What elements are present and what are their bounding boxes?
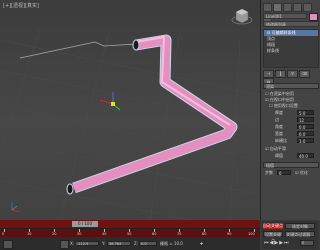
auto-smooth-checkbox[interactable]: ☑ 自动平滑 <box>265 146 286 151</box>
track-tick-label: 40 <box>102 232 107 236</box>
motion-tab-icon[interactable] <box>293 3 302 12</box>
track-tick-label: 80 <box>202 232 207 236</box>
x-label: X: <box>70 241 75 246</box>
command-panel: Line001 修改器列表 ⊟ 可编辑样条线 顶点 线段 样条线 ⊣ ‖ ∀ ⌫▤ 渲… <box>260 0 320 220</box>
auto-smooth-label: 自动平滑 <box>269 146 286 151</box>
sides-spinner[interactable]: 12 <box>297 117 314 123</box>
track-tick-label: 100 <box>248 232 255 236</box>
world-axis-icon <box>11 202 21 213</box>
y-coordinate-field[interactable]: 38.764 <box>107 241 131 246</box>
interp-steps-label: 步数 <box>265 170 273 175</box>
add-time-tag-icon[interactable]: ✚ <box>200 241 203 246</box>
track-tick-label: 90 <box>227 232 232 236</box>
remove-modifier-icon[interactable]: ⌫ <box>299 70 310 78</box>
object-name-field[interactable]: Line001 <box>263 13 307 19</box>
x-coordinate-field[interactable]: -112.5 <box>75 241 99 246</box>
playback-buttons[interactable]: ⏮◀▶▶⏭ <box>264 240 290 246</box>
guide-line[interactable] <box>19 41 137 59</box>
param-label-aspect: 纵横比 <box>275 138 287 143</box>
param-label-angle: 角度 <box>275 124 283 129</box>
threshold-spinner[interactable]: 40.0 <box>297 153 314 159</box>
param-label-width: 宽度 <box>275 131 283 136</box>
track-tick-label: 30 <box>77 232 82 236</box>
stack-icon-row: ⊣ ‖ ∀ ⌫▤ <box>263 70 319 86</box>
param-label-sides: 边 <box>275 117 279 122</box>
pipe-tube[interactable] <box>66 34 238 195</box>
track-tick-label: 70 <box>177 232 182 236</box>
aspect-spinner[interactable]: 1.0 <box>297 138 314 144</box>
enable-render-label: 在渲染中启用 <box>269 91 294 96</box>
rollout-rendering-header[interactable]: 渲染 <box>263 83 319 89</box>
maxscript-listener-icon[interactable] <box>3 240 13 249</box>
auto-key-button[interactable]: 自动关键点 <box>263 223 283 229</box>
enable-viewport-label: 在视口中启用 <box>269 97 294 102</box>
show-end-result-icon[interactable]: ‖ <box>275 70 286 78</box>
viewport-label[interactable]: [+][透视][真实] <box>3 2 39 9</box>
rollout-title: 渲染 <box>266 84 274 89</box>
time-slider-thumb[interactable]: 0 / 100 <box>72 221 98 227</box>
track-tick-label: 50 <box>127 232 132 236</box>
lock-selection-icon[interactable] <box>60 240 69 249</box>
grid-size-label: 栅格 = 10.0 <box>160 241 183 246</box>
thickness-spinner[interactable]: 5.0 <box>297 110 314 116</box>
y-label: Y: <box>102 241 106 246</box>
track-tick-label: 0 <box>2 232 5 236</box>
track-tick-label: 20 <box>52 232 57 236</box>
threshold-label: 阈值 <box>275 153 283 158</box>
current-frame-field[interactable]: 0 <box>300 240 314 246</box>
modify-tab-icon[interactable] <box>273 3 282 12</box>
animation-controls: 自动关键点 选定对象 设置关键点 关键点过滤器... ⏮◀▶▶⏭ 0 <box>262 221 318 249</box>
key-filters-button[interactable]: 关键点过滤器... <box>285 231 315 237</box>
scene-canvas[interactable] <box>0 0 260 220</box>
track-bar[interactable]: 0 10 20 30 40 50 60 70 80 90 100 <box>0 228 260 237</box>
optimize-checkbox[interactable]: ☑ 优化 <box>295 170 308 175</box>
rollout-interpolation-header[interactable]: 插值 <box>263 162 319 168</box>
stack-item-spline[interactable]: 样条线 <box>264 48 318 54</box>
enable-viewport-checkbox[interactable]: ☑ 在视口中启用 <box>265 97 294 102</box>
create-tab-icon[interactable] <box>263 3 272 12</box>
interp-title: 插值 <box>266 163 274 168</box>
selected-dropdown[interactable]: 选定对象 <box>285 223 315 229</box>
set-key-button[interactable]: 设置关键点 <box>263 231 283 243</box>
angle-spinner[interactable]: 0.0 <box>297 124 314 130</box>
viewport-perspective[interactable]: [+][透视][真实] <box>0 0 260 220</box>
tube-end-bottom <box>66 183 74 195</box>
modifier-stack: ⊟ 可编辑样条线 顶点 线段 样条线 <box>263 29 319 68</box>
object-color-swatch[interactable] <box>309 13 318 21</box>
hierarchy-tab-icon[interactable] <box>283 3 292 12</box>
track-tick-label: 60 <box>152 232 157 236</box>
interp-steps-spinner[interactable]: 6 <box>277 170 291 176</box>
z-label: Z: <box>134 241 139 246</box>
viewcube-icon[interactable] <box>231 8 253 25</box>
optimize-label: 优化 <box>299 170 308 175</box>
param-label-thickness: 厚度 <box>275 110 283 115</box>
tube-end-top <box>132 39 140 51</box>
time-slider[interactable]: 0 / 100 <box>0 220 260 228</box>
width-spinner[interactable]: 6.0 <box>297 131 314 137</box>
z-coordinate-field[interactable]: 0.0 <box>139 241 157 246</box>
status-bar: X: -112.5 Y: 38.764 Z: 0.0 栅格 = 10.0 ✚ <box>0 237 260 250</box>
bottom-bar: 0 / 100 0 10 20 30 40 50 60 70 80 90 100… <box>0 220 320 250</box>
modifier-list-dropdown[interactable]: 修改器列表 <box>263 21 319 27</box>
track-tick-label: 10 <box>27 232 32 236</box>
make-unique-icon[interactable]: ∀ <box>287 70 298 78</box>
enable-render-checkbox[interactable]: ☐ 在渲染中启用 <box>265 91 294 96</box>
use-viewport-settings-label: 使用视口设置 <box>273 103 298 108</box>
pin-stack-icon[interactable]: ⊣ <box>263 70 274 78</box>
display-tab-icon[interactable] <box>303 3 312 12</box>
use-viewport-settings-checkbox[interactable]: ☐ 使用视口设置 <box>269 103 298 108</box>
